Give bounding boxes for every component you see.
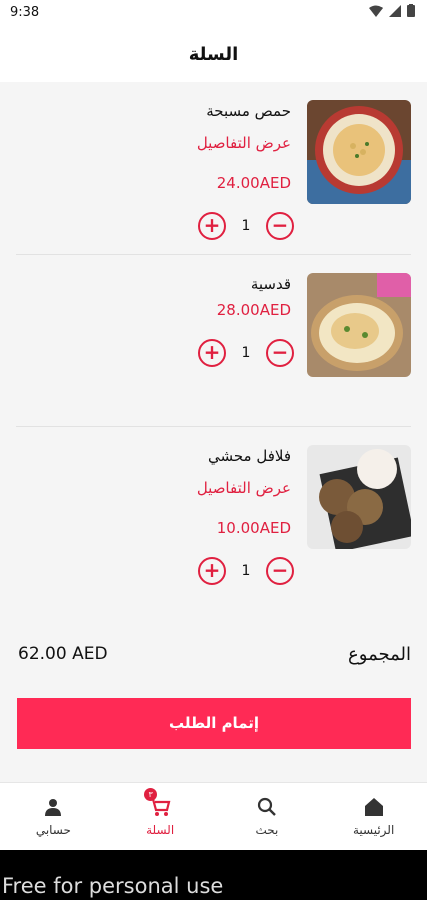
status-icons [369,4,415,17]
nav-cart[interactable]: ٣ السلة [107,783,214,850]
increase-button[interactable]: + [198,557,226,585]
signal-icon [389,4,401,17]
cart-item: حمص مسبحة عرض التفاصيل 24.00AED + 1 − [16,82,411,254]
product-name: حمص مسبحة [206,102,291,120]
view-details-link[interactable]: عرض التفاصيل [197,479,291,497]
status-time: 9:38 [10,5,40,20]
system-nav-bar: Free for personal use [0,850,427,900]
quantity-value: 1 [241,218,251,234]
checkout-button[interactable]: إتمام الطلب [17,698,411,749]
increase-button[interactable]: + [198,339,226,367]
watermark: Free for personal use [2,874,224,898]
header: السلة [0,28,427,82]
cart-item: فلافل محشي عرض التفاصيل 10.00AED + 1 − [16,426,411,598]
cart-list: حمص مسبحة عرض التفاصيل 24.00AED + 1 − قد… [0,82,427,598]
nav-label: حسابي [35,823,71,837]
quantity-stepper: + 1 − [198,212,294,240]
view-details-link[interactable]: عرض التفاصيل [197,134,291,152]
page-title: السلة [188,44,239,65]
quantity-stepper: + 1 − [198,557,294,585]
quantity-value: 1 [241,563,251,579]
product-price: 24.00AED [216,174,291,192]
decrease-button[interactable]: − [266,212,294,240]
nav-account[interactable]: حسابي [0,783,107,850]
nav-home[interactable]: الرئيسية [320,783,427,850]
home-icon [364,798,383,816]
product-price: 28.00AED [216,301,291,319]
product-price: 10.00AED [216,519,291,537]
increase-button[interactable]: + [198,212,226,240]
quantity-stepper: + 1 − [198,339,294,367]
product-image [307,445,411,549]
nav-search[interactable]: بحث [214,783,321,850]
status-bar: 9:38 [0,0,427,28]
nav-label: الرئيسية [352,823,395,837]
product-name: فلافل محشي [207,447,291,465]
decrease-button[interactable]: − [266,339,294,367]
decrease-button[interactable]: − [266,557,294,585]
product-image [307,273,411,377]
bottom-nav: حسابي ٣ السلة بحث الرئيسية [0,782,427,850]
total-row: 62.00 AED المجموع [16,642,411,672]
total-label: المجموع [348,644,411,665]
product-name: قدسية [250,275,291,293]
person-icon [45,799,62,816]
nav-label: بحث [255,823,279,837]
nav-label: السلة [146,823,175,837]
product-image [307,100,411,204]
search-icon [257,797,276,816]
cart-item: قدسية 28.00AED + 1 − [16,254,411,426]
total-amount: 62.00 AED [18,644,108,664]
battery-icon [407,4,415,17]
quantity-value: 1 [241,345,251,361]
wifi-icon [369,5,383,17]
